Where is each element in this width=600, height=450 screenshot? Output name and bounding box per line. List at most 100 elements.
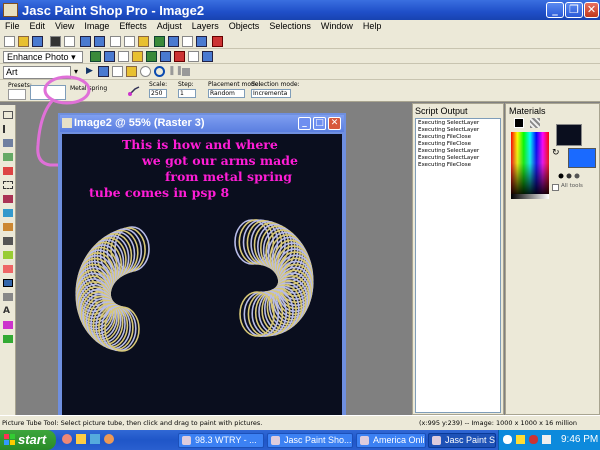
menu-selections[interactable]: Selections bbox=[264, 20, 316, 31]
metal-spring-tubes bbox=[75, 219, 314, 352]
record-start-icon[interactable] bbox=[154, 66, 165, 77]
task-label: Jasc Paint Sho... bbox=[284, 435, 352, 445]
quicklaunch-folder-icon[interactable] bbox=[76, 434, 86, 444]
psp-task-icon bbox=[432, 436, 441, 445]
freehand-icon[interactable] bbox=[3, 195, 13, 203]
close-button[interactable]: ✕ bbox=[584, 2, 599, 18]
sharpen-icon[interactable] bbox=[118, 51, 129, 62]
grayscale-strip[interactable] bbox=[511, 194, 549, 199]
new-icon[interactable] bbox=[4, 36, 15, 47]
tray-volume-icon[interactable] bbox=[542, 435, 551, 444]
image-canvas[interactable]: This is how and where we got our arms ma… bbox=[62, 134, 342, 416]
redo-icon[interactable] bbox=[94, 36, 105, 47]
task-psp-2[interactable]: Jasc Paint Sho... bbox=[428, 433, 496, 448]
eraser-icon[interactable] bbox=[3, 265, 13, 273]
swap-colors-icon[interactable]: ↻ bbox=[552, 148, 562, 158]
tray-network-icon[interactable] bbox=[503, 435, 512, 444]
background-swatch[interactable] bbox=[568, 148, 596, 168]
move-icon[interactable] bbox=[3, 167, 13, 175]
script-line: Executing FileClose bbox=[418, 134, 472, 140]
clone-icon[interactable] bbox=[3, 237, 13, 245]
script-line: Executing SelectLayer bbox=[418, 148, 480, 154]
color-balance-icon[interactable] bbox=[132, 51, 143, 62]
paint-brush-icon[interactable] bbox=[3, 223, 13, 231]
task-aol[interactable]: America Onli... bbox=[356, 433, 426, 448]
step-field[interactable]: 1 bbox=[178, 89, 196, 98]
texture-toggles[interactable] bbox=[558, 170, 588, 182]
image-window-title-bar[interactable]: Image2 @ 55% (Raster 3) _ □ ✕ bbox=[60, 115, 344, 132]
quicklaunch-media-icon[interactable] bbox=[90, 434, 100, 444]
tray-aol-icon[interactable] bbox=[516, 435, 525, 444]
menu-file[interactable]: File bbox=[0, 20, 25, 31]
selection-select[interactable]: Incrementa bbox=[251, 89, 291, 98]
text-icon[interactable]: A bbox=[3, 307, 13, 316]
overview-icon[interactable] bbox=[168, 36, 179, 47]
quicklaunch-aol-icon[interactable] bbox=[104, 434, 114, 444]
enhance-photo-dropdown[interactable]: Enhance Photo ▾ bbox=[3, 51, 83, 63]
crop-icon[interactable] bbox=[3, 153, 13, 161]
menu-view[interactable]: View bbox=[50, 20, 79, 31]
pan-icon[interactable] bbox=[3, 111, 13, 119]
image-minimize-button[interactable]: _ bbox=[298, 117, 311, 130]
placement-select[interactable]: Random bbox=[208, 89, 245, 98]
foreground-swatch[interactable] bbox=[556, 124, 582, 146]
saturation-icon[interactable] bbox=[146, 51, 157, 62]
fill-icon[interactable] bbox=[3, 293, 13, 301]
pen-icon[interactable] bbox=[3, 335, 13, 343]
menu-window[interactable]: Window bbox=[316, 20, 358, 31]
quicklaunch-ie-icon[interactable] bbox=[62, 434, 72, 444]
red-eye-icon[interactable] bbox=[104, 51, 115, 62]
pause-record-icon[interactable]: ❚❚ bbox=[168, 66, 183, 77]
paste-icon[interactable] bbox=[138, 36, 149, 47]
layers-icon[interactable] bbox=[154, 36, 165, 47]
script-output-log[interactable]: Executing SelectLayer Executing SelectLa… bbox=[415, 118, 501, 413]
menu-image[interactable]: Image bbox=[79, 20, 114, 31]
picture-tube-icon[interactable] bbox=[3, 279, 13, 287]
clarify-icon[interactable] bbox=[160, 51, 171, 62]
menu-objects[interactable]: Objects bbox=[224, 20, 265, 31]
deform-icon[interactable] bbox=[3, 139, 13, 147]
menu-help[interactable]: Help bbox=[358, 20, 387, 31]
task-psp-1[interactable]: Jasc Paint Sho... bbox=[267, 433, 353, 448]
shape-icon[interactable] bbox=[3, 321, 13, 329]
fade-correction-icon[interactable] bbox=[90, 51, 101, 62]
menu-adjust[interactable]: Adjust bbox=[152, 20, 187, 31]
all-tools-checkbox[interactable] bbox=[552, 184, 559, 191]
start-button[interactable]: start bbox=[0, 430, 56, 450]
selection-icon[interactable] bbox=[3, 181, 13, 189]
frame-tab-icon[interactable] bbox=[514, 118, 524, 128]
stop-icon[interactable] bbox=[182, 68, 190, 76]
undo-icon[interactable] bbox=[80, 36, 91, 47]
menu-edit[interactable]: Edit bbox=[25, 20, 51, 31]
tray-security-icon[interactable] bbox=[529, 435, 538, 444]
save-icon[interactable] bbox=[50, 36, 61, 47]
copy-icon[interactable] bbox=[124, 36, 135, 47]
image-maximize-button[interactable]: □ bbox=[313, 117, 326, 130]
maximize-button[interactable]: ❐ bbox=[565, 2, 583, 18]
browse-icon[interactable] bbox=[32, 36, 43, 47]
image-close-button[interactable]: ✕ bbox=[328, 117, 341, 130]
curves-icon[interactable] bbox=[174, 51, 185, 62]
help-icon[interactable] bbox=[212, 36, 223, 47]
task-label: 98.3 WTRY - ... bbox=[195, 435, 257, 445]
cut-icon[interactable] bbox=[110, 36, 121, 47]
replace-icon[interactable] bbox=[3, 251, 13, 259]
histogram-icon[interactable] bbox=[182, 36, 193, 47]
hue-icon[interactable] bbox=[202, 51, 213, 62]
menu-layers[interactable]: Layers bbox=[187, 20, 224, 31]
minimize-button[interactable]: _ bbox=[546, 2, 564, 18]
image-window[interactable]: Image2 @ 55% (Raster 3) _ □ ✕ This is ho… bbox=[58, 113, 346, 418]
scale-field[interactable]: 250 bbox=[149, 89, 167, 98]
menu-effects[interactable]: Effects bbox=[114, 20, 151, 31]
noise-icon[interactable] bbox=[188, 51, 199, 62]
pause-icon[interactable] bbox=[140, 66, 151, 77]
swatch-tab-icon[interactable] bbox=[530, 118, 540, 128]
zoom-icon[interactable] bbox=[3, 125, 13, 133]
print-icon[interactable] bbox=[64, 36, 75, 47]
dropper-icon[interactable] bbox=[3, 209, 13, 217]
script-icon[interactable] bbox=[196, 36, 207, 47]
open-icon[interactable] bbox=[18, 36, 29, 47]
color-rainbow-picker[interactable] bbox=[511, 132, 549, 194]
enhance-photo-label: Enhance Photo bbox=[7, 52, 69, 62]
task-radio[interactable]: 98.3 WTRY - ... bbox=[178, 433, 264, 448]
